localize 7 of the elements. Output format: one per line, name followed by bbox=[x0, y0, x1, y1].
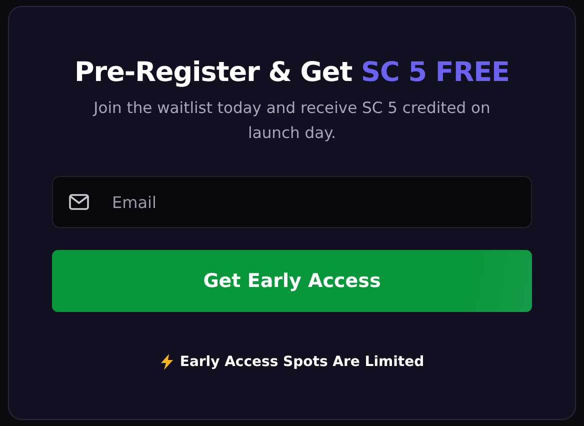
heading: Pre-Register & Get SC 5 FREE bbox=[74, 57, 510, 88]
get-access-button[interactable]: Get Early Access bbox=[52, 250, 532, 312]
lightning-icon bbox=[160, 354, 174, 370]
mail-icon bbox=[69, 194, 89, 210]
subtitle: Join the waitlist today and receive SC 5 credited on launch day. bbox=[92, 98, 492, 144]
email-field[interactable]: Email bbox=[52, 176, 532, 228]
notice-text: Early Access Spots Are Limited bbox=[180, 354, 424, 370]
